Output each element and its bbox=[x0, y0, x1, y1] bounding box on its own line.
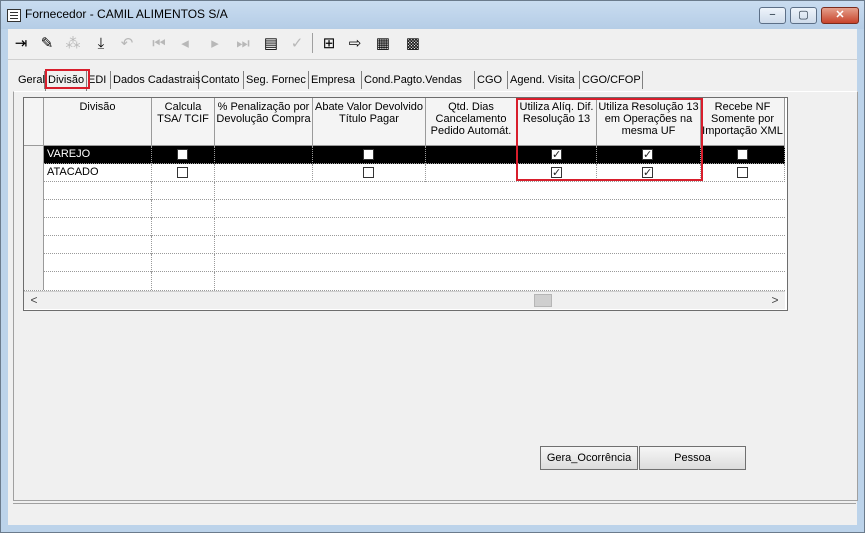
window-title: Fornecedor - CAMIL ALIMENTOS S/A bbox=[25, 7, 228, 21]
cell-penalizacao[interactable] bbox=[215, 146, 313, 164]
row-header[interactable] bbox=[24, 182, 44, 200]
first-icon[interactable]: ⏮ bbox=[148, 32, 170, 54]
calcula-checkbox[interactable] bbox=[177, 167, 188, 178]
highlight-resolucao-columns bbox=[516, 98, 703, 181]
status-bar bbox=[13, 503, 856, 524]
cell-abate[interactable] bbox=[313, 164, 426, 182]
last-icon[interactable]: ⏭ bbox=[232, 32, 254, 54]
row-header[interactable] bbox=[24, 164, 44, 182]
film-icon[interactable]: ▤ bbox=[260, 32, 282, 54]
empty-cell[interactable] bbox=[152, 254, 215, 272]
add-icon[interactable]: ⊞ bbox=[318, 32, 340, 54]
tree-icon[interactable]: ⁂ bbox=[62, 32, 84, 54]
maximize-button[interactable]: ▢ bbox=[790, 7, 817, 24]
export-icon[interactable]: ⇨ bbox=[344, 32, 366, 54]
row-header[interactable] bbox=[24, 200, 44, 218]
col-header-divisao[interactable]: Divisão bbox=[44, 98, 152, 146]
row-header[interactable] bbox=[24, 272, 44, 290]
close-button[interactable]: ✕ bbox=[821, 7, 859, 24]
tab-cond-pagto-vendas[interactable]: Cond.Pagto.Vendas bbox=[362, 71, 475, 89]
col-header-penalizacao[interactable]: % Penalização por Devolução Compra bbox=[215, 98, 313, 146]
scroll-left-button[interactable]: < bbox=[26, 293, 42, 308]
toolbar: ⇥ ✎ ⁂ ⤓ ↶ ⏮ ◂ ▸ ⏭ ▤ ✓ ⊞ ⇨ ▦ ▩ bbox=[8, 29, 857, 60]
tab-dados-cadastrais[interactable]: Dados Cadastrais bbox=[111, 71, 200, 89]
tab-geral[interactable]: Geral bbox=[16, 71, 45, 89]
empty-cell[interactable] bbox=[44, 236, 152, 254]
empty-row[interactable] bbox=[24, 272, 785, 291]
empty-row[interactable] bbox=[24, 218, 785, 236]
edit-icon[interactable]: ✎ bbox=[36, 32, 58, 54]
empty-cell[interactable] bbox=[44, 200, 152, 218]
next-icon[interactable]: ▸ bbox=[204, 32, 226, 54]
save-icon[interactable]: ⤓ bbox=[90, 32, 112, 54]
cell-calcula[interactable] bbox=[152, 164, 215, 182]
scroll-thumb[interactable] bbox=[534, 294, 552, 307]
cell-divisao[interactable]: ATACADO bbox=[44, 164, 152, 182]
cell-qtd-dias[interactable] bbox=[426, 146, 517, 164]
minimize-button[interactable]: − bbox=[759, 7, 786, 24]
empty-cell[interactable] bbox=[152, 272, 215, 290]
prev-icon[interactable]: ◂ bbox=[174, 32, 196, 54]
app-icon bbox=[7, 9, 21, 22]
empty-cell[interactable] bbox=[152, 218, 215, 236]
empty-cell[interactable] bbox=[152, 182, 215, 200]
empty-cell[interactable] bbox=[152, 236, 215, 254]
empty-cell[interactable] bbox=[44, 272, 152, 290]
window: Fornecedor - CAMIL ALIMENTOS S/A − ▢ ✕ ⇥… bbox=[0, 0, 865, 533]
scroll-right-button[interactable]: > bbox=[767, 293, 783, 308]
gera-ocorrencia-button[interactable]: Gera_Ocorrência bbox=[540, 446, 638, 470]
highlight-divisao-tab bbox=[45, 69, 90, 89]
empty-cell[interactable] bbox=[44, 254, 152, 272]
title-bar: Fornecedor - CAMIL ALIMENTOS S/A − ▢ ✕ bbox=[1, 1, 864, 29]
check-icon[interactable]: ✓ bbox=[286, 32, 308, 54]
recebe-nf-checkbox[interactable] bbox=[737, 167, 748, 178]
client-area: ⇥ ✎ ⁂ ⤓ ↶ ⏮ ◂ ▸ ⏭ ▤ ✓ ⊞ ⇨ ▦ ▩ Geral Divi… bbox=[8, 29, 858, 525]
undo-icon[interactable]: ↶ bbox=[116, 32, 138, 54]
tab-cgo[interactable]: CGO bbox=[475, 71, 508, 89]
toolbar-separator bbox=[312, 33, 313, 53]
abate-checkbox[interactable] bbox=[363, 167, 374, 178]
col-header-abate[interactable]: Abate Valor Devolvido Título Pagar bbox=[313, 98, 426, 146]
row-header[interactable] bbox=[24, 146, 44, 164]
cell-qtd-dias[interactable] bbox=[426, 164, 517, 182]
abate-checkbox[interactable] bbox=[363, 149, 374, 160]
col-header-calcula[interactable]: Calcula TSA/ TCIF bbox=[152, 98, 215, 146]
cell-abate[interactable] bbox=[313, 146, 426, 164]
row-header[interactable] bbox=[24, 254, 44, 272]
tab-empresa[interactable]: Empresa bbox=[309, 71, 362, 89]
row-header[interactable] bbox=[24, 236, 44, 254]
empty-row[interactable] bbox=[24, 236, 785, 254]
cell-divisao[interactable]: VAREJO bbox=[44, 146, 152, 164]
empty-cell[interactable] bbox=[44, 182, 152, 200]
row-header-corner bbox=[24, 98, 44, 146]
cell-recebe-nf[interactable] bbox=[701, 164, 785, 182]
tab-agend-visita[interactable]: Agend. Visita bbox=[508, 71, 580, 89]
empty-cell[interactable] bbox=[44, 218, 152, 236]
cell-calcula[interactable] bbox=[152, 146, 215, 164]
col-header-recebe-nf[interactable]: Recebe NF Somente por Importação XML bbox=[701, 98, 785, 146]
cell-penalizacao[interactable] bbox=[215, 164, 313, 182]
tab-seg-fornec[interactable]: Seg. Fornec bbox=[244, 71, 309, 89]
exit-icon[interactable]: ⇥ bbox=[10, 32, 32, 54]
empty-row[interactable] bbox=[24, 200, 785, 218]
calcula-checkbox[interactable] bbox=[177, 149, 188, 160]
calc-icon[interactable]: ▦ bbox=[372, 32, 394, 54]
empty-row[interactable] bbox=[24, 182, 785, 200]
tab-contato[interactable]: Contato bbox=[199, 71, 244, 89]
cell-recebe-nf[interactable] bbox=[701, 146, 785, 164]
col-header-qtd-dias[interactable]: Qtd. Dias Cancelamento Pedido Automát. bbox=[426, 98, 517, 146]
tab-cgo-cfop[interactable]: CGO/CFOP bbox=[580, 71, 643, 89]
horizontal-scrollbar[interactable]: < > bbox=[24, 291, 785, 309]
empty-row[interactable] bbox=[24, 254, 785, 272]
grid-icon[interactable]: ▩ bbox=[402, 32, 424, 54]
recebe-nf-checkbox[interactable] bbox=[737, 149, 748, 160]
empty-cell[interactable] bbox=[152, 200, 215, 218]
row-header[interactable] bbox=[24, 218, 44, 236]
pessoa-button[interactable]: Pessoa bbox=[639, 446, 746, 470]
